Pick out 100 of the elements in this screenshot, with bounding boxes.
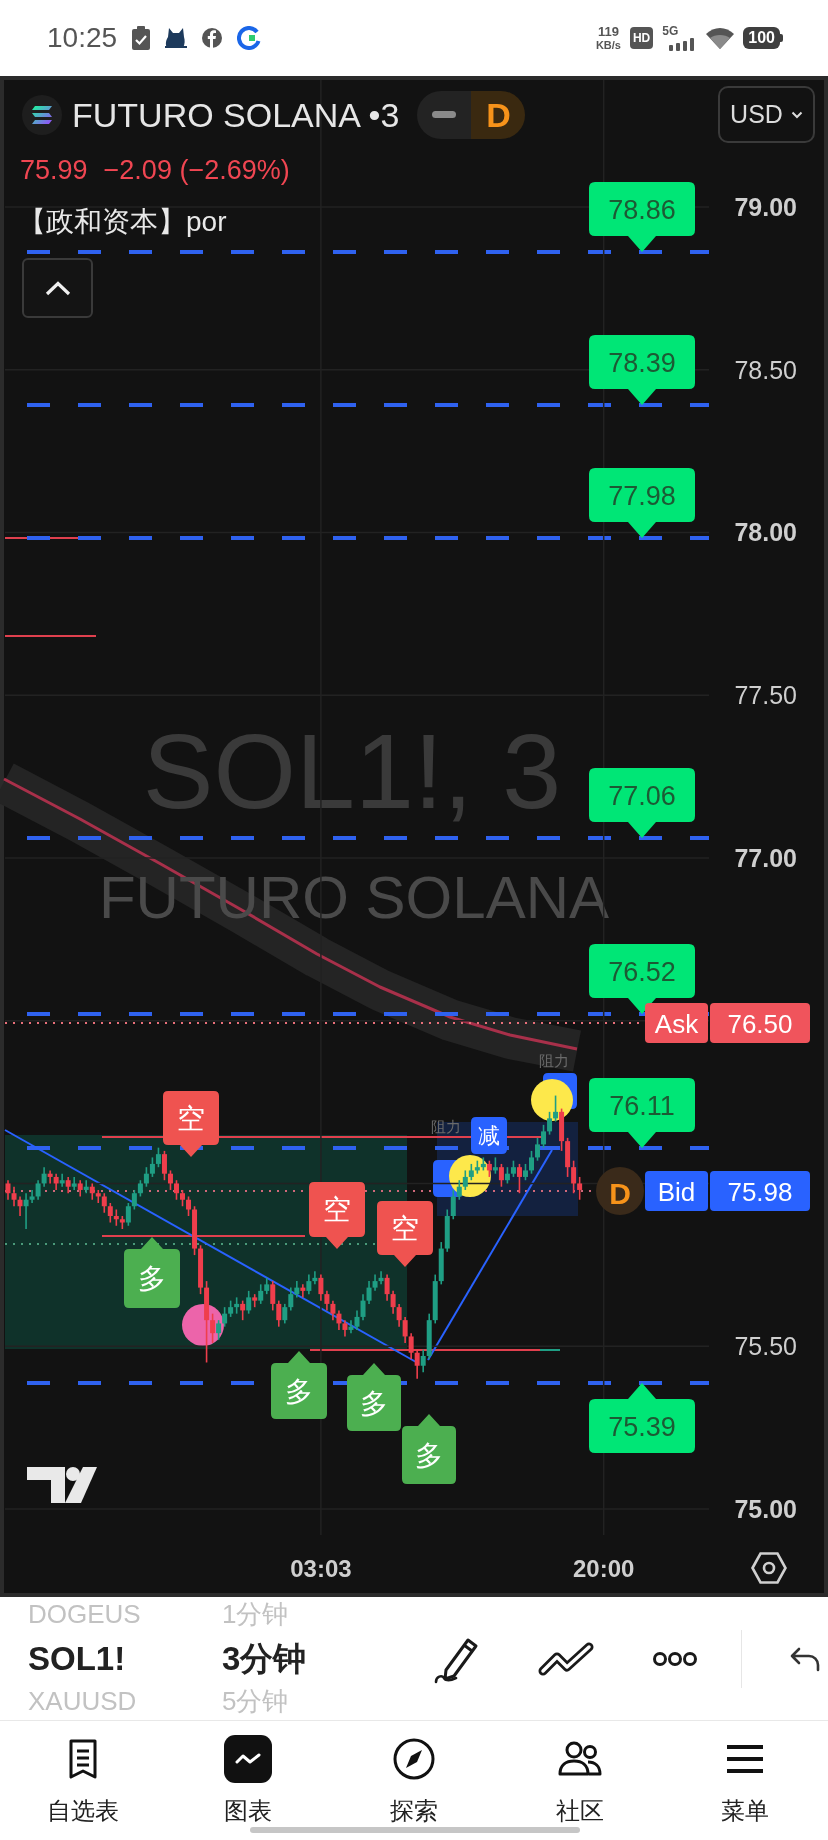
price-axis-label: 79.00: [734, 192, 797, 221]
price-axis-label: 78.50: [734, 355, 797, 384]
candlestick: [216, 1319, 222, 1341]
candlestick: [143, 1166, 149, 1188]
long-signal-tag: 多: [271, 1351, 327, 1419]
chevron-down-icon: [790, 110, 803, 119]
clock-time: 10:25: [47, 24, 118, 52]
candlestick: [408, 1332, 414, 1361]
candlestick: [95, 1189, 101, 1204]
candlestick: [155, 1146, 161, 1168]
undo-button[interactable]: [790, 1645, 820, 1672]
candlestick: [318, 1273, 324, 1302]
letter-toggle-button[interactable]: D: [471, 90, 526, 139]
candlestick: [240, 1299, 246, 1321]
candlestick: [396, 1303, 402, 1328]
candlestick: [535, 1137, 541, 1162]
price-level-label: 77.06: [589, 768, 695, 838]
candlestick: [288, 1286, 294, 1312]
candlestick: [41, 1166, 47, 1188]
chart-settings-button[interactable]: [750, 1550, 788, 1586]
coin-logo-icon: [22, 94, 62, 135]
logo-icon: [27, 1467, 97, 1503]
long-signal-tag: 多: [124, 1237, 180, 1308]
exit-signal-tag: 减: [471, 1117, 507, 1154]
bid-label: Bid: [645, 1171, 708, 1211]
speed-unit: KB/s: [595, 40, 621, 51]
candlestick: [547, 1111, 553, 1136]
candlestick: [354, 1309, 360, 1331]
candlestick: [210, 1312, 216, 1344]
more-icon: [652, 1650, 698, 1667]
nav-tab[interactable]: 图表: [165, 1721, 332, 1839]
candlestick: [125, 1202, 131, 1227]
dash-toggle-button[interactable]: [417, 90, 472, 139]
candlestick: [330, 1299, 336, 1321]
interval-option[interactable]: 3分钟: [222, 1639, 307, 1678]
candlestick: [384, 1273, 390, 1302]
candlestick: [11, 1185, 17, 1208]
candlestick: [222, 1306, 228, 1328]
zone-label: 阻力: [539, 1051, 569, 1069]
candlestick: [529, 1150, 534, 1175]
candlestick: [282, 1303, 288, 1325]
time-axis-label: 03:03: [290, 1554, 352, 1582]
zone-label: 阻力: [431, 1117, 461, 1135]
candlestick: [571, 1159, 577, 1195]
zigzag-icon: [538, 1641, 594, 1676]
indicator-label: 【政和资本】por: [18, 205, 227, 239]
price-axis-label: 75.00: [734, 1494, 797, 1523]
ask-price: 76.50: [710, 1003, 810, 1043]
cat-icon: [165, 28, 188, 48]
collapse-button[interactable]: [22, 258, 93, 318]
candlestick: [276, 1299, 282, 1328]
candlestick: [173, 1179, 179, 1201]
candlestick: [462, 1169, 468, 1191]
clipboard-check-icon: [132, 26, 151, 50]
long-signal-tag: 多: [402, 1414, 456, 1484]
short-signal-tag: 空: [309, 1182, 365, 1249]
candlestick: [516, 1163, 522, 1195]
candlestick: [553, 1094, 559, 1123]
short-signal-tag: 空: [163, 1091, 219, 1157]
candlestick: [23, 1192, 29, 1230]
candlestick: [186, 1195, 192, 1217]
candlestick: [161, 1150, 167, 1181]
time-axis-label: 20:00: [573, 1554, 635, 1582]
wifi-icon: [706, 27, 735, 49]
candlestick: [420, 1348, 426, 1374]
hd-indicator: HD: [629, 27, 654, 49]
candlestick: [541, 1124, 547, 1149]
chevron-up-icon: [44, 280, 71, 296]
candlestick: [450, 1189, 456, 1221]
long-signal-tag: 多: [347, 1363, 401, 1431]
price-axis-label: 75.50: [734, 1332, 797, 1361]
ask-label: Ask: [645, 1003, 708, 1043]
nav-tab[interactable]: 探索: [331, 1721, 497, 1839]
candlestick: [312, 1270, 318, 1286]
symbol-title: FUTURO SOLANA •3: [72, 97, 400, 132]
network-speed: 119: [597, 25, 619, 38]
patterns-button[interactable]: [538, 1641, 594, 1676]
candlestick: [390, 1290, 396, 1315]
price-level-label: 76.52: [589, 944, 695, 1014]
short-signal-tag: 空: [377, 1201, 433, 1267]
last-price: 75.99: [20, 154, 88, 187]
nav-tab[interactable]: 自选表: [0, 1721, 166, 1839]
candlestick: [402, 1316, 408, 1344]
price-level-label: 75.39: [589, 1383, 695, 1453]
candlestick: [577, 1176, 583, 1201]
more-button[interactable]: [652, 1650, 698, 1667]
price-level-label: 76.11: [589, 1078, 695, 1148]
nav-tab[interactable]: 菜单: [662, 1721, 828, 1839]
currency-dropdown[interactable]: USD: [718, 86, 815, 143]
candlestick: [366, 1280, 372, 1305]
candlestick: [47, 1169, 53, 1185]
symbol-option[interactable]: SOL1!: [28, 1639, 126, 1678]
price-axis-label: 77.00: [734, 843, 797, 872]
undo-icon: [790, 1645, 820, 1672]
candlestick: [336, 1309, 342, 1331]
candlestick: [131, 1189, 137, 1211]
candlestick: [360, 1293, 366, 1321]
candlestick: [5, 1179, 11, 1201]
nav-tab[interactable]: 社区: [496, 1721, 663, 1839]
bid-price: 75.98: [710, 1171, 810, 1211]
